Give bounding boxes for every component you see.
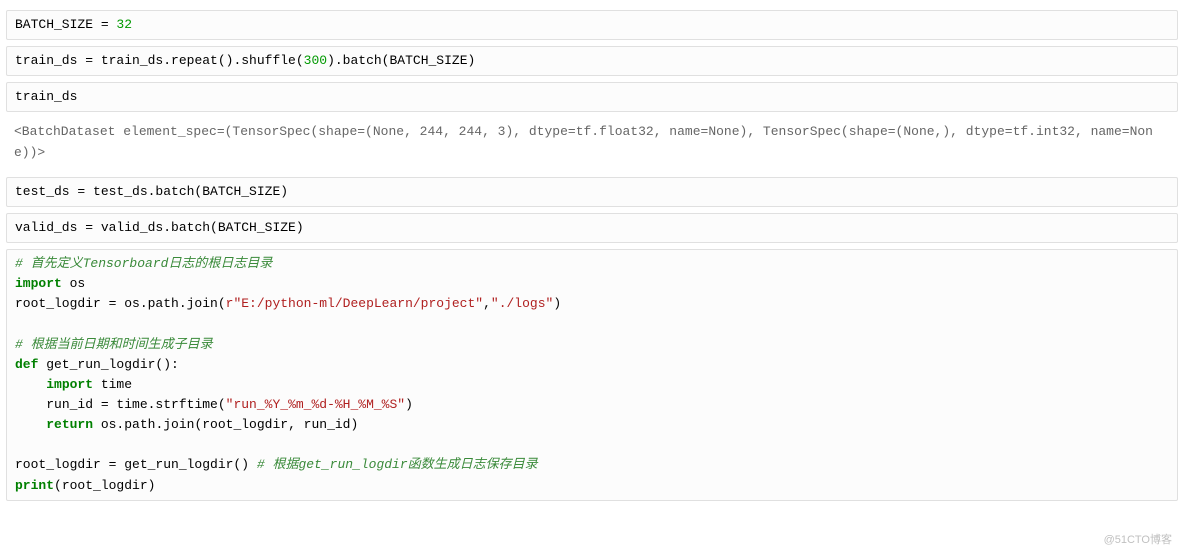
code-cell-5: valid_ds = valid_ds.batch(BATCH_SIZE) — [6, 213, 1178, 243]
code-keyword: import — [46, 377, 93, 392]
output-text: <BatchDataset element_spec=(TensorSpec(s… — [14, 124, 1153, 159]
code-keyword: import — [15, 276, 62, 291]
output-cell-3: <BatchDataset element_spec=(TensorSpec(s… — [6, 118, 1178, 166]
code-text: , — [483, 296, 491, 311]
code-text: run_id = time.strftime( — [15, 397, 226, 412]
code-text: = — [77, 53, 100, 68]
code-cell-2: train_ds = train_ds.repeat().shuffle(300… — [6, 46, 1178, 76]
code-text: train_ds — [15, 89, 77, 104]
code-text: = — [70, 184, 93, 199]
code-indent — [15, 377, 46, 392]
code-cell-4: test_ds = test_ds.batch(BATCH_SIZE) — [6, 177, 1178, 207]
code-keyword: return — [46, 417, 93, 432]
code-cell-6: # 首先定义Tensorboard日志的根日志目录 import os root… — [6, 249, 1178, 501]
code-text: (root_logdir) — [54, 478, 155, 493]
code-text: train_ds.repeat().shuffle( — [101, 53, 304, 68]
code-text: os — [62, 276, 85, 291]
code-text: ) — [553, 296, 561, 311]
code-string: "./logs" — [491, 296, 553, 311]
code-text: root_logdir = os.path.join( — [15, 296, 226, 311]
code-text: root_logdir = get_run_logdir() — [15, 457, 257, 472]
code-number: 300 — [304, 53, 327, 68]
code-text: get_run_logdir(): — [38, 357, 178, 372]
code-text: test_ds — [15, 184, 70, 199]
code-text: ).batch(BATCH_SIZE) — [327, 53, 475, 68]
code-text: train_ds — [15, 53, 77, 68]
code-number: 32 — [116, 17, 132, 32]
code-text: valid_ds.batch(BATCH_SIZE) — [101, 220, 304, 235]
code-text: test_ds.batch(BATCH_SIZE) — [93, 184, 288, 199]
code-text: = — [93, 17, 116, 32]
code-keyword: print — [15, 478, 54, 493]
code-text: valid_ds — [15, 220, 77, 235]
code-cell-3: train_ds — [6, 82, 1178, 112]
code-text: time — [93, 377, 132, 392]
code-keyword: def — [15, 357, 38, 372]
code-text: BATCH_SIZE — [15, 17, 93, 32]
code-comment: # 首先定义Tensorboard日志的根日志目录 — [15, 256, 272, 271]
code-indent — [15, 417, 46, 432]
code-text: ) — [405, 397, 413, 412]
code-text: os.path.join(root_logdir, run_id) — [93, 417, 358, 432]
code-string: "run_%Y_%m_%d-%H_%M_%S" — [226, 397, 405, 412]
watermark-text: @51CTO博客 — [1104, 532, 1172, 549]
code-cell-1: BATCH_SIZE = 32 — [6, 10, 1178, 40]
code-comment: # 根据当前日期和时间生成子目录 — [15, 337, 213, 352]
code-comment: # 根据get_run_logdir函数生成日志保存目录 — [257, 457, 538, 472]
code-string: r"E:/python-ml/DeepLearn/project" — [226, 296, 483, 311]
code-text: = — [77, 220, 100, 235]
